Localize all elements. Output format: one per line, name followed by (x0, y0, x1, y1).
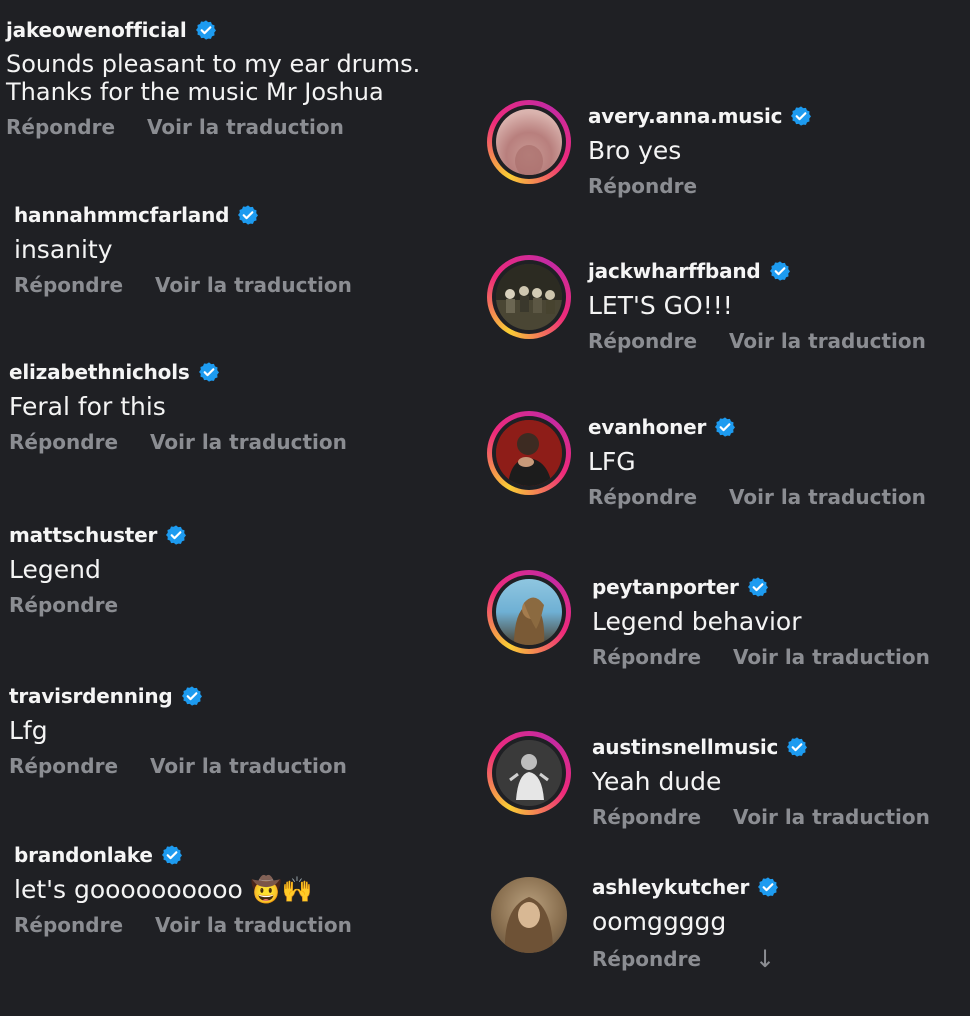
see-translation-button[interactable]: Voir la traduction (155, 273, 352, 297)
see-translation-button[interactable]: Voir la traduction (729, 329, 926, 353)
avatar-peytanporter[interactable] (487, 570, 571, 654)
comment-username[interactable]: austinsnellmusic (592, 735, 778, 759)
reply-button[interactable]: Répondre (592, 947, 701, 971)
comment-brandonlake: brandonlake let's goooooooooo 🤠🙌 Répondr… (14, 843, 352, 937)
see-translation-button[interactable]: Voir la traduction (733, 805, 930, 829)
comment-text: Lfg (9, 716, 48, 745)
reply-button[interactable]: Répondre (592, 805, 701, 829)
see-translation-button[interactable]: Voir la traduction (733, 645, 930, 669)
comment-username[interactable]: evanhoner (588, 415, 706, 439)
comment-peytanporter: peytanporter Legend behavior Répondre Vo… (592, 575, 930, 669)
see-translation-button[interactable]: Voir la traduction (729, 485, 926, 509)
reply-button[interactable]: Répondre (14, 913, 123, 937)
comment-text: LFG (588, 447, 636, 476)
verified-badge-icon (786, 736, 808, 758)
comment-travisrdenning: travisrdenning Lfg Répondre Voir la trad… (9, 684, 347, 778)
comment-jakeowenofficial: jakeowenofficial Sounds pleasant to my e… (6, 18, 516, 139)
arrow-down-icon[interactable]: ↓ (755, 945, 775, 973)
comment-text: LET'S GO!!! (588, 291, 733, 320)
comment-evanhoner: evanhoner LFG Répondre Voir la traductio… (588, 415, 926, 509)
avatar-austinsnellmusic[interactable] (487, 731, 571, 815)
see-translation-button[interactable]: Voir la traduction (147, 115, 344, 139)
avatar-avery-anna-music[interactable] (487, 100, 571, 184)
avatar-ashleykutcher[interactable] (487, 873, 571, 957)
avatar-evanhoner[interactable] (487, 411, 571, 495)
see-translation-button[interactable]: Voir la traduction (150, 430, 347, 454)
reply-button[interactable]: Répondre (9, 430, 118, 454)
comment-text: let's goooooooooo 🤠🙌 (14, 875, 313, 904)
comment-text: Feral for this (9, 392, 166, 421)
reply-button[interactable]: Répondre (14, 273, 123, 297)
verified-badge-icon (237, 204, 259, 226)
verified-badge-icon (790, 105, 812, 127)
comment-username[interactable]: elizabethnichols (9, 360, 190, 384)
comment-text: oomggggg (592, 907, 727, 936)
comment-username[interactable]: peytanporter (592, 575, 739, 599)
see-translation-button[interactable]: Voir la traduction (155, 913, 352, 937)
verified-badge-icon (181, 685, 203, 707)
comment-text: Yeah dude (592, 767, 722, 796)
comment-username[interactable]: mattschuster (9, 523, 157, 547)
comment-username[interactable]: brandonlake (14, 843, 153, 867)
comment-username[interactable]: avery.anna.music (588, 104, 783, 128)
comment-jackwharffband: jackwharffband LET'S GO!!! Répondre Voir… (588, 259, 926, 353)
reply-button[interactable]: Répondre (9, 593, 118, 617)
comment-text: Bro yes (588, 136, 682, 165)
comment-hannahmmcfarland: hannahmmcfarland insanity Répondre Voir … (14, 203, 352, 297)
comment-mattschuster: mattschuster Legend Répondre (9, 523, 187, 617)
comment-text: Legend behavior (592, 607, 802, 636)
comment-username[interactable]: travisrdenning (9, 684, 173, 708)
comment-avery-anna-music: avery.anna.music Bro yes Répondre (588, 104, 812, 198)
comment-text: insanity (14, 235, 113, 264)
verified-badge-icon (757, 876, 779, 898)
reply-button[interactable]: Répondre (588, 485, 697, 509)
comment-elizabethnichols: elizabethnichols Feral for this Répondre… (9, 360, 347, 454)
comment-username[interactable]: jakeowenofficial (6, 18, 187, 42)
reply-button[interactable]: Répondre (592, 645, 701, 669)
verified-badge-icon (769, 260, 791, 282)
reply-button[interactable]: Répondre (9, 754, 118, 778)
reply-button[interactable]: Répondre (6, 115, 115, 139)
comment-ashleykutcher: ashleykutcher oomggggg Répondre ↓ (592, 875, 779, 973)
see-translation-button[interactable]: Voir la traduction (150, 754, 347, 778)
verified-badge-icon (747, 576, 769, 598)
verified-badge-icon (195, 19, 217, 41)
comment-text: Sounds pleasant to my ear drums. Thanks … (6, 50, 421, 106)
verified-badge-icon (198, 361, 220, 383)
comment-austinsnellmusic: austinsnellmusic Yeah dude Répondre Voir… (592, 735, 930, 829)
verified-badge-icon (714, 416, 736, 438)
comment-username[interactable]: ashleykutcher (592, 875, 749, 899)
comment-username[interactable]: jackwharffband (588, 259, 761, 283)
reply-button[interactable]: Répondre (588, 174, 697, 198)
reply-button[interactable]: Répondre (588, 329, 697, 353)
verified-badge-icon (161, 844, 183, 866)
verified-badge-icon (165, 524, 187, 546)
comment-username[interactable]: hannahmmcfarland (14, 203, 229, 227)
avatar-jackwharffband[interactable] (487, 255, 571, 339)
comment-text: Legend (9, 555, 101, 584)
